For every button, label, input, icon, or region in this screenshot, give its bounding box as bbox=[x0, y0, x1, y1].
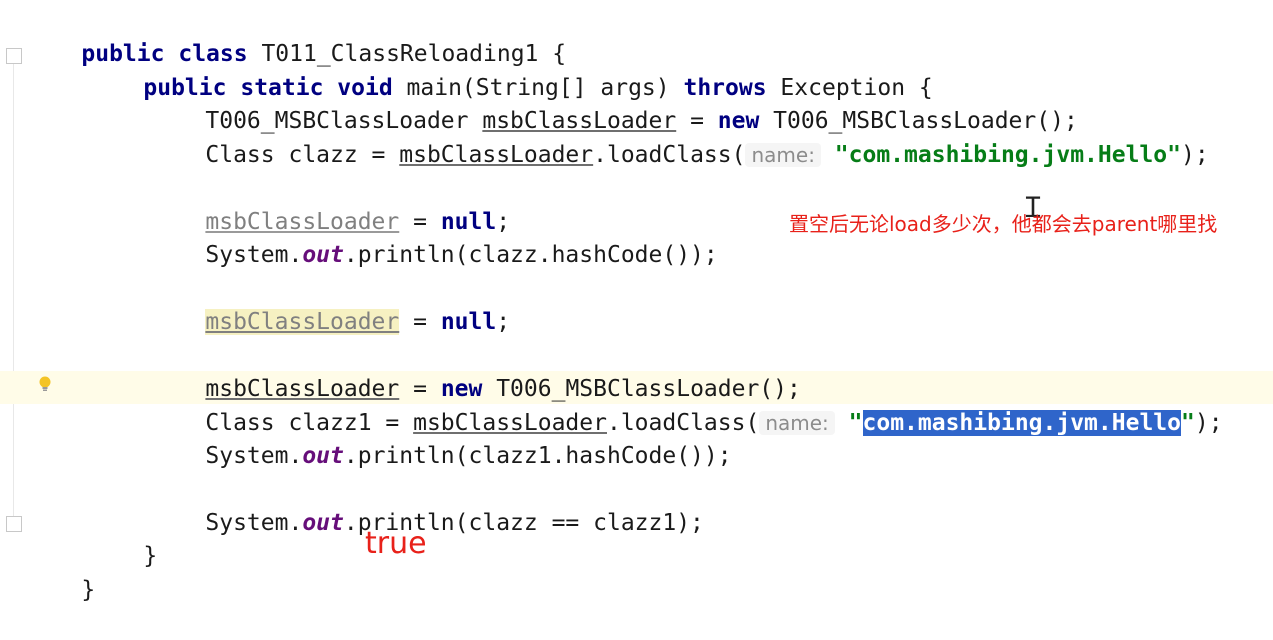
code-line-loader-new[interactable]: msbClassLoader = new T006_MSBClassLoader… bbox=[150, 340, 800, 402]
code-text: ); bbox=[1180, 142, 1209, 168]
static-field: out bbox=[302, 242, 344, 268]
string-literal: "com.mashibing.jvm.Hello" bbox=[834, 142, 1181, 168]
code-text: .println(clazz1.hashCode()); bbox=[343, 443, 732, 469]
code-text: System. bbox=[205, 242, 303, 268]
annotation-result: true bbox=[365, 526, 427, 561]
code-line-load-class[interactable]: Class clazz1 = msbClassLoader.loadClass(… bbox=[150, 374, 1223, 436]
code-line-close-brace[interactable]: } bbox=[26, 541, 95, 603]
selected-text[interactable]: com.mashibing.jvm.Hello bbox=[862, 410, 1181, 436]
lightbulb-icon[interactable] bbox=[38, 376, 52, 392]
code-text: .println(clazz.hashCode()); bbox=[343, 242, 718, 268]
code-line-print-hash[interactable]: System.out.println(clazz.hashCode()); bbox=[150, 206, 717, 268]
static-field: out bbox=[302, 443, 344, 469]
static-field: out bbox=[302, 510, 344, 536]
code-text: Class clazz = bbox=[205, 142, 400, 168]
code-text: System. bbox=[205, 510, 303, 536]
keyword: null bbox=[440, 309, 497, 335]
code-line-load-class[interactable]: Class clazz = msbClassLoader.loadClass(n… bbox=[150, 106, 1208, 168]
code-line-close-brace[interactable]: } bbox=[88, 507, 157, 569]
code-text: } bbox=[81, 577, 96, 603]
code-text: ); bbox=[1194, 410, 1223, 436]
parameter-hint: name: bbox=[745, 143, 821, 167]
code-text: .loadClass( bbox=[593, 142, 746, 168]
parameter-hint: name: bbox=[759, 411, 835, 435]
variable: msbClassLoader bbox=[399, 142, 594, 168]
annotation-note: 置空后无论load多少次，他都会去parent哪里找 bbox=[789, 212, 1218, 236]
variable: msbClassLoader bbox=[205, 309, 400, 335]
gutter-guide-line bbox=[13, 60, 14, 530]
editor-gutter bbox=[0, 0, 24, 596]
code-text: System. bbox=[205, 443, 303, 469]
code-line-null-assign[interactable]: msbClassLoader = null; bbox=[150, 273, 510, 335]
code-line-loader-new[interactable]: T006_MSBClassLoader msbClassLoader = new… bbox=[150, 72, 1077, 134]
code-text: ; bbox=[496, 309, 511, 335]
code-line-main-declaration[interactable]: public static void main(String[] args) t… bbox=[88, 39, 932, 101]
code-text: } bbox=[143, 543, 158, 569]
code-editor[interactable]: public class T011_ClassReloading1 { publ… bbox=[0, 0, 1273, 603]
string-quote: " bbox=[848, 410, 863, 436]
code-text: = bbox=[399, 309, 441, 335]
code-line-print-hash[interactable]: System.out.println(clazz1.hashCode()); bbox=[150, 407, 731, 469]
code-line-class-declaration[interactable]: public class T011_ClassReloading1 { bbox=[26, 5, 566, 67]
code-line-print-compare[interactable]: System.out.println(clazz == clazz1); bbox=[150, 474, 704, 536]
fold-marker-icon[interactable] bbox=[6, 48, 22, 64]
fold-marker-icon[interactable] bbox=[6, 516, 22, 532]
string-quote: " bbox=[1181, 410, 1195, 436]
code-line-null-assign[interactable]: msbClassLoader = null; bbox=[150, 173, 510, 235]
